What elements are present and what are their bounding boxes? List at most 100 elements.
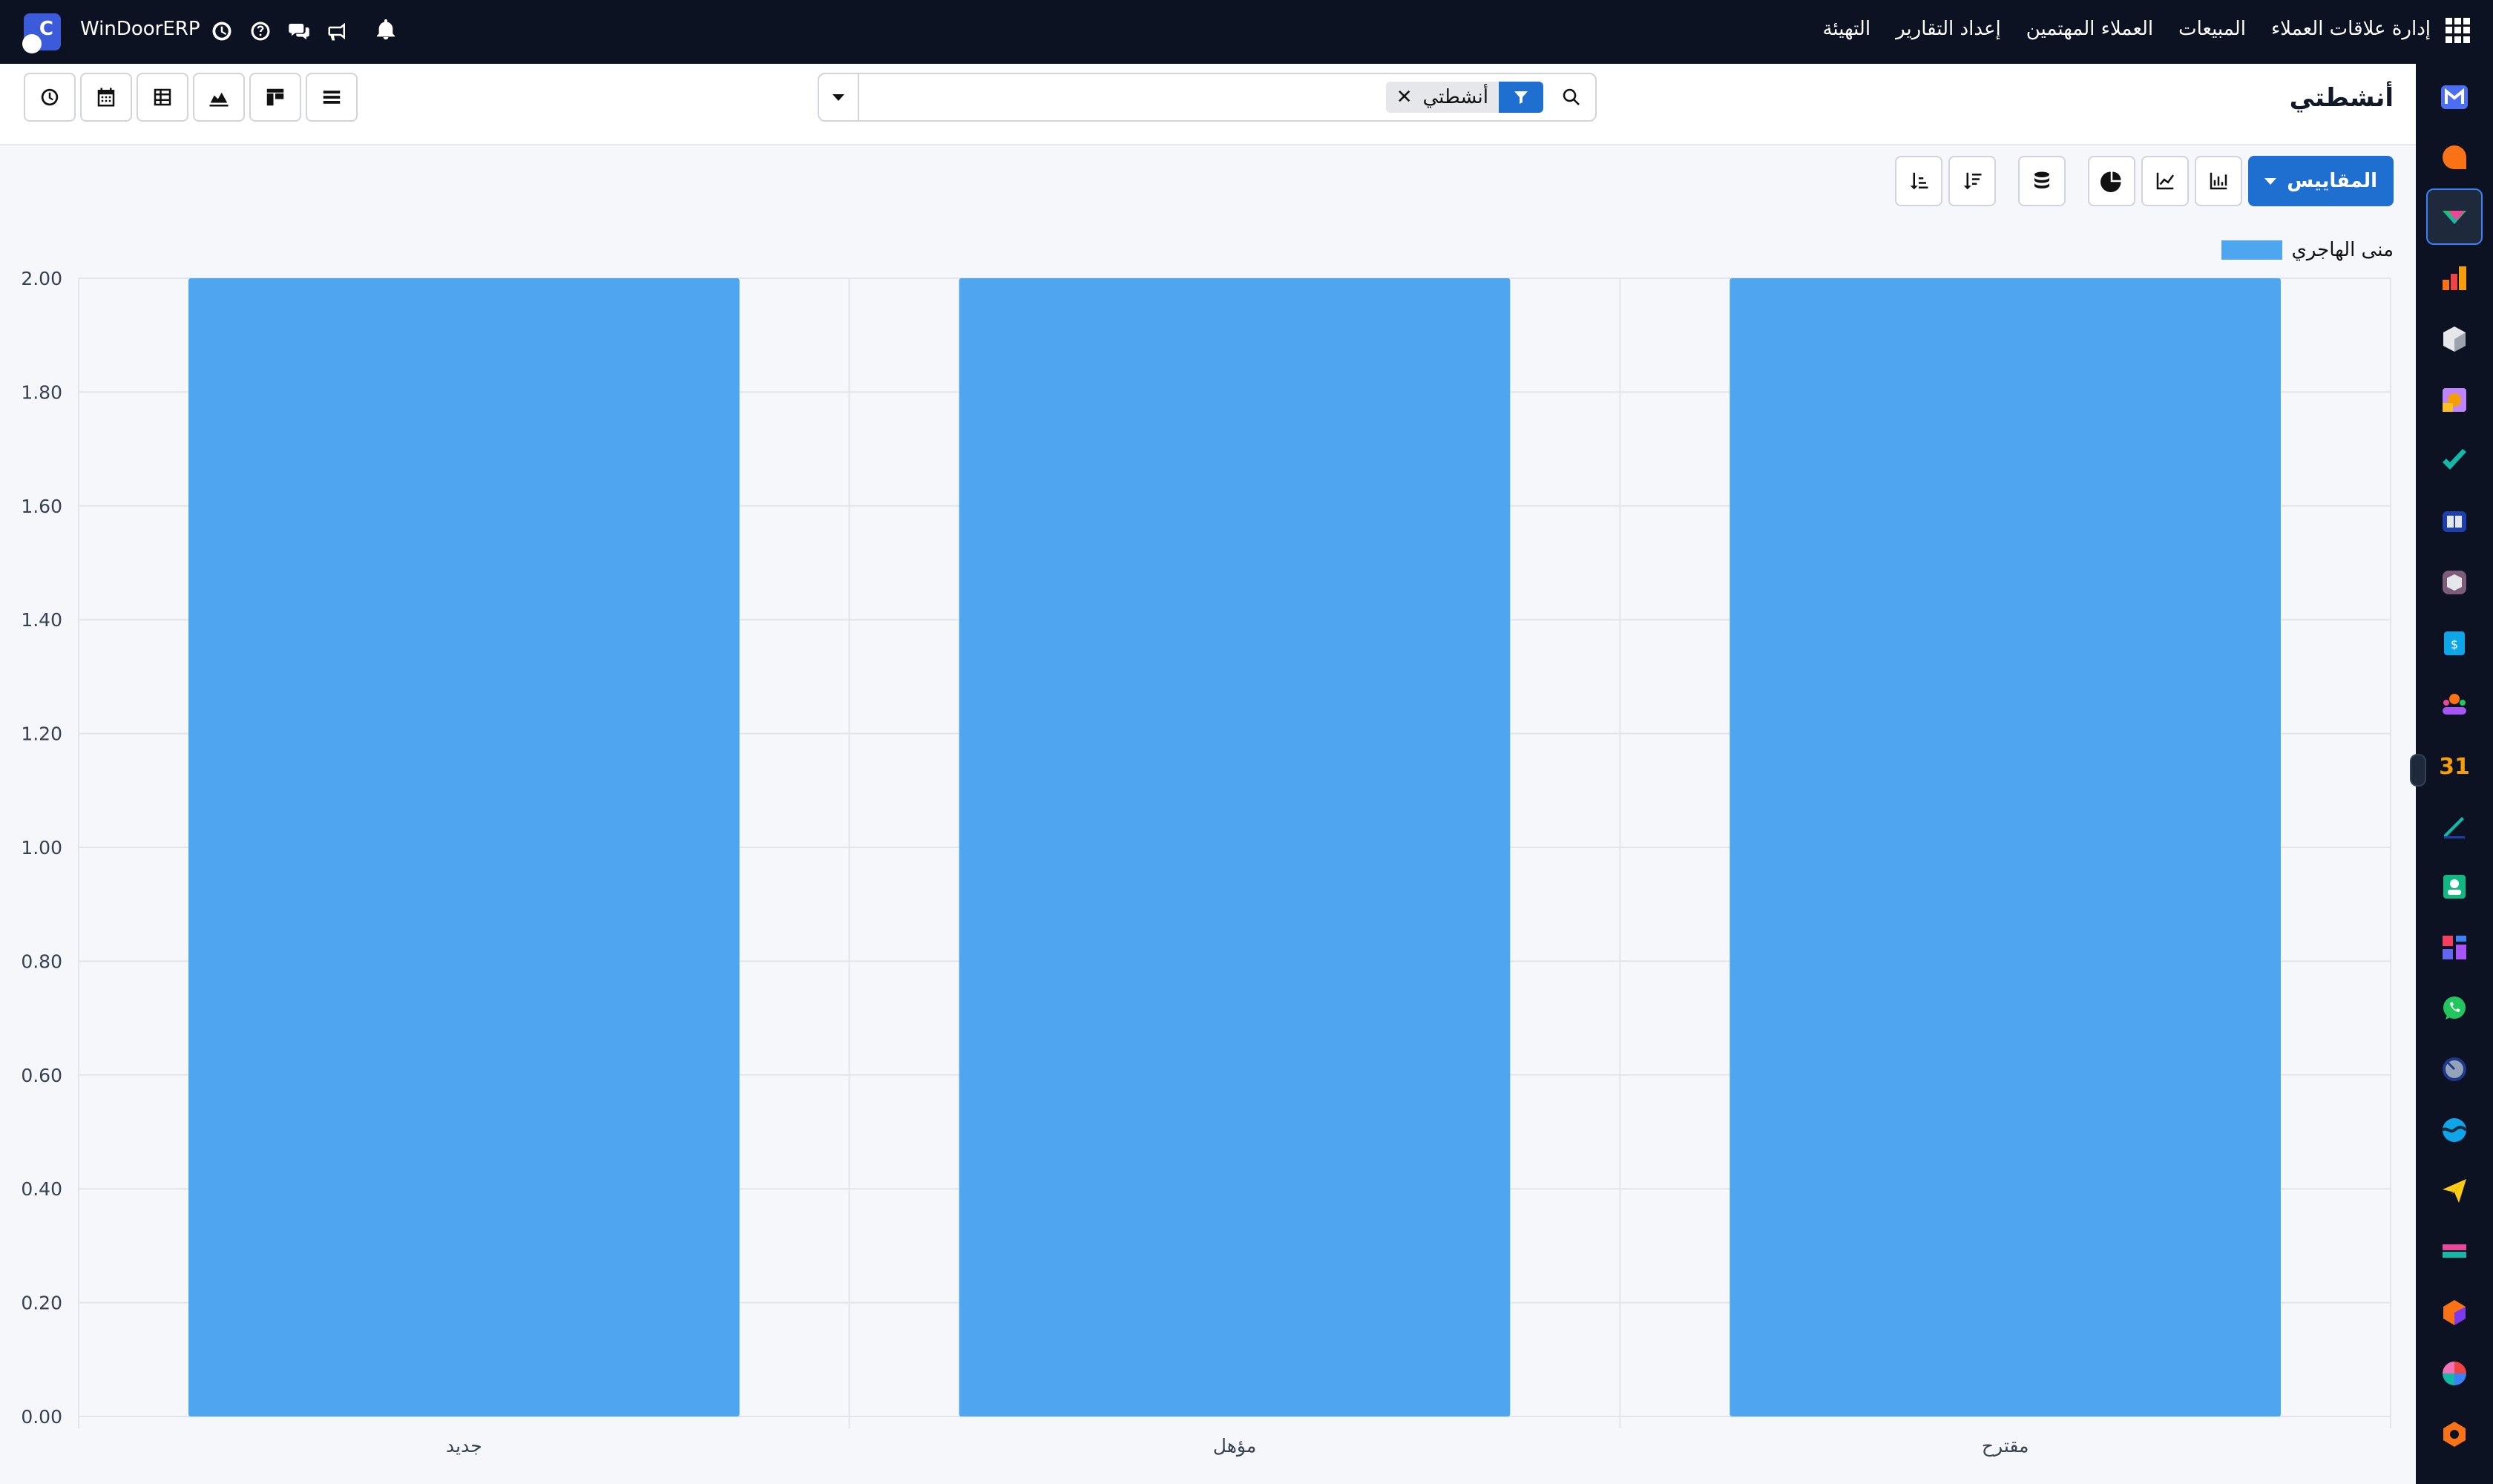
- app-sidebar: $ 31: [2410, 64, 2493, 1484]
- y-tick-label: 0.40: [21, 1178, 62, 1200]
- sidebar-app-purchase[interactable]: [2437, 565, 2472, 600]
- sidebar-app-manufacturing[interactable]: [2437, 1295, 2472, 1330]
- help-icon[interactable]: [249, 20, 272, 42]
- pie-chart-mode-button[interactable]: [2088, 156, 2136, 206]
- bar[interactable]: [959, 278, 1511, 1416]
- bar-chart-mode-button[interactable]: [2195, 156, 2243, 206]
- view-switcher: [24, 73, 358, 122]
- sort-descending-button[interactable]: [1948, 156, 1997, 206]
- apps-menu-icon[interactable]: [2446, 18, 2471, 43]
- menu-item-configuration[interactable]: التهيئة: [1822, 18, 1870, 40]
- menu-item-leads[interactable]: العملاء المهتمين: [2026, 18, 2153, 40]
- y-tick-label: 1.40: [21, 609, 62, 631]
- main-menu: إدارة علاقات العملاء المبيعات العملاء ال…: [1822, 18, 2431, 40]
- wave-app-icon: [2441, 1118, 2468, 1142]
- megaphone-icon[interactable]: [326, 20, 349, 42]
- view-activity-button[interactable]: [24, 73, 76, 122]
- y-tick-label: 1.00: [21, 837, 62, 858]
- facet-label: أنشطتي: [1422, 86, 1489, 108]
- facet-remove-button[interactable]: ✕: [1386, 82, 1416, 113]
- y-tick-label: 2.00: [21, 268, 62, 289]
- graph-area: 0.00 0.20 0.40 0.60 0.80 1.00 1.20 1.40 1.60 1.80…: [0, 223, 2416, 1484]
- sidebar-app-sign[interactable]: [2437, 808, 2472, 844]
- list-icon: [323, 91, 341, 104]
- y-tick-label: 1.60: [21, 496, 62, 517]
- whatsapp-icon: [2443, 997, 2466, 1020]
- sidebar-app-contacts[interactable]: [2437, 869, 2472, 904]
- y-tick-label: 0.60: [21, 1065, 62, 1086]
- sidebar-app-invoicing[interactable]: $: [2437, 626, 2472, 661]
- discuss-app-icon: [2443, 145, 2466, 169]
- sort-ascending-button[interactable]: [1895, 156, 1943, 206]
- stacked-toggle-button[interactable]: [2018, 156, 2066, 206]
- chat-icon[interactable]: [288, 20, 310, 42]
- sidebar-app-project[interactable]: [2437, 443, 2472, 479]
- view-kanban-button[interactable]: [249, 73, 301, 122]
- pie-chart-icon: [2101, 171, 2121, 192]
- sort-ascending-icon: [1911, 172, 1928, 190]
- menu-item-reporting[interactable]: إعداد التقارير: [1896, 18, 2001, 40]
- page-title: أنشطتي: [2289, 83, 2394, 113]
- sidebar-app-calendar[interactable]: 31: [2437, 747, 2472, 783]
- paper-plane-icon: [2443, 1179, 2466, 1203]
- measures-dropdown-button[interactable]: المقاييس: [2248, 156, 2394, 206]
- view-list-button[interactable]: [306, 73, 358, 122]
- clock-icon: [41, 88, 59, 106]
- sidebar-app-telegram[interactable]: [2437, 1173, 2472, 1209]
- caret-down-icon: [2264, 177, 2277, 185]
- company-logo[interactable]: C: [22, 13, 61, 53]
- y-tick-label: 0.20: [21, 1293, 62, 1314]
- search-options-toggle[interactable]: [819, 74, 859, 120]
- sidebar-app-discuss[interactable]: [2437, 139, 2472, 175]
- sidebar-app-planning[interactable]: [2437, 1051, 2472, 1087]
- bar[interactable]: [188, 278, 740, 1416]
- view-calendar-button[interactable]: [80, 73, 132, 122]
- clock-icon[interactable]: [211, 20, 233, 42]
- table-icon: [154, 88, 171, 106]
- sidebar-app-inventory[interactable]: [2437, 321, 2472, 357]
- search-icon: [1563, 88, 1580, 105]
- sidebar-app-social[interactable]: [2437, 1112, 2472, 1148]
- view-graph-button[interactable]: [193, 73, 245, 122]
- sidebar-app-sales[interactable]: [2437, 260, 2472, 296]
- line-chart-mode-button[interactable]: [2141, 156, 2190, 206]
- notifications-bell-icon[interactable]: [374, 18, 398, 45]
- employees-app-icon: [2443, 694, 2466, 715]
- search-button[interactable]: [1548, 74, 1595, 120]
- cube-app-icon: [2443, 326, 2466, 352]
- sidebar-app-dashboards[interactable]: [2437, 930, 2472, 965]
- menu-item-crm[interactable]: إدارة علاقات العملاء: [2271, 18, 2431, 40]
- x-tick-label: مقترح: [1982, 1435, 2029, 1457]
- y-tick-label: 1.20: [21, 723, 62, 745]
- checkmark-app-icon: [2443, 449, 2466, 470]
- hexagon-app-icon: [2443, 1300, 2466, 1325]
- bar[interactable]: [1730, 278, 2281, 1416]
- search-input[interactable]: [864, 82, 1453, 114]
- svg-text:31: 31: [2440, 754, 2469, 780]
- calendar-31-app-icon: 31: [2440, 754, 2469, 780]
- sidebar-app-employees[interactable]: [2437, 686, 2472, 722]
- top-navbar: C WinDoorERP إدارة علاقات العملاء المبيع…: [0, 0, 2493, 64]
- sidebar-app-mail[interactable]: [2437, 79, 2472, 115]
- sidebar-app-knowledge[interactable]: [2437, 504, 2472, 539]
- sidebar-app-repairs[interactable]: [2437, 1416, 2472, 1452]
- menu-item-sales[interactable]: المبيعات: [2178, 18, 2246, 40]
- area-chart-icon: [209, 92, 229, 107]
- line-chart-icon: [2157, 172, 2175, 190]
- sidebar-app-point-of-sale[interactable]: [2437, 1356, 2472, 1391]
- bar-chart-icon: [2210, 172, 2227, 190]
- book-app-icon: [2443, 511, 2466, 532]
- nut-app-icon: [2443, 1422, 2466, 1447]
- sidebar-app-website[interactable]: [2437, 382, 2472, 418]
- graph-toolbar: المقاييس: [1895, 156, 2394, 206]
- y-tick-label: 0.80: [21, 951, 62, 972]
- sidebar-app-crm[interactable]: [2426, 188, 2483, 245]
- caret-down-icon: [832, 93, 844, 101]
- sidebar-app-accounting[interactable]: [2437, 1234, 2472, 1270]
- y-tick-label: 0.00: [21, 1406, 62, 1428]
- brand-name[interactable]: WinDoorERP: [80, 18, 200, 40]
- sidebar-app-whatsapp[interactable]: [2437, 991, 2472, 1026]
- view-pivot-button[interactable]: [137, 73, 188, 122]
